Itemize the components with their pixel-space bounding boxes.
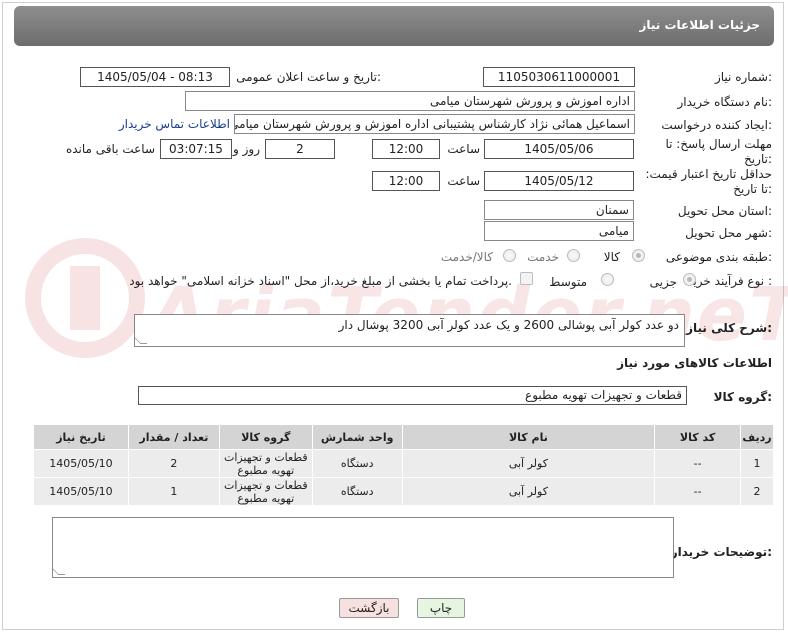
category-radio-goods[interactable]: [632, 249, 645, 262]
items-table: ردیف کد کالا نام کالا واحد شمارش گروه کا…: [33, 424, 774, 506]
description-text: دو عدد کولر آبی پوشالی 2600 و یک عدد کول…: [338, 318, 679, 332]
province-label: استان محل تحویل:: [677, 204, 772, 218]
cell-unit: دستگاه: [311, 477, 403, 506]
cell-item-name: کولر آبی: [401, 477, 656, 506]
category-label: طبقه بندی موضوعی:: [665, 250, 772, 264]
treasury-payment-checkbox[interactable]: [520, 272, 533, 285]
cell-quantity: 2: [127, 449, 220, 478]
city-field: میامی: [484, 221, 634, 241]
cell-item-name: کولر آبی: [401, 449, 656, 478]
cell-need-date: 1405/05/10: [33, 477, 129, 506]
cell-item-code: --: [654, 449, 742, 478]
need-number-label: شماره نیاز:: [714, 70, 772, 84]
goods-group-label: گروه کالا:: [713, 390, 772, 404]
deadline-label: مهلت ارسال پاسخ: تا تاریخ:: [665, 137, 772, 166]
table-header-row: ردیف کد کالا نام کالا واحد شمارش گروه کا…: [33, 424, 774, 450]
goods-group-field: قطعات و تجهیزات تهویه مطبوع: [138, 386, 687, 405]
cell-row-number: 2: [740, 477, 774, 506]
cell-group: قطعات و تجهیزات تهویه مطبوع: [218, 477, 313, 506]
col-header-row-number: ردیف: [740, 424, 774, 450]
category-radio-service[interactable]: [567, 249, 580, 262]
buyer-org-field: اداره اموزش و پرورش شهرستان میامی: [185, 91, 635, 111]
province-field: سمنان: [484, 200, 634, 220]
cell-unit: دستگاه: [311, 449, 403, 478]
cell-need-date: 1405/05/10: [33, 449, 129, 478]
category-option-goods: کالا: [603, 250, 620, 264]
days-label: روز و: [233, 142, 260, 156]
goods-info-title: اطلاعات کالاهای مورد نیاز: [617, 356, 772, 370]
city-label: شهر محل تحویل:: [685, 226, 772, 240]
validity-date-field: 1405/05/12: [484, 171, 634, 191]
process-option-medium: متوسط: [549, 275, 587, 289]
table-row: 2 -- کولر آبی دستگاه قطعات و تجهیزات تهو…: [33, 477, 774, 506]
buyer-contact-link[interactable]: اطلاعات تماس خریدار: [119, 117, 230, 131]
back-button[interactable]: بازگشت: [339, 598, 399, 618]
col-header-item-name: نام کالا: [401, 424, 656, 450]
col-header-unit: واحد شمارش: [311, 424, 403, 450]
process-label: نوع فرآیند خرید :: [687, 274, 772, 288]
deadline-time-label: ساعت: [447, 142, 480, 156]
process-radio-minor[interactable]: [683, 273, 696, 286]
process-radio-medium[interactable]: [601, 273, 614, 286]
print-button[interactable]: چاپ: [417, 598, 465, 618]
page-title: جزئیات اطلاعات نیاز: [639, 18, 760, 32]
validity-time-field: 12:00: [372, 171, 440, 191]
category-radio-goods-service[interactable]: [503, 249, 516, 262]
days-field: 2: [265, 139, 335, 159]
table-row: 1 -- کولر آبی دستگاه قطعات و تجهیزات تهو…: [33, 449, 774, 478]
category-option-goods-service: کالا/خدمت: [440, 250, 493, 264]
deadline-time-field: 12:00: [372, 139, 440, 159]
remaining-label: ساعت باقی مانده: [65, 142, 155, 156]
resize-grip-icon[interactable]: [133, 337, 148, 344]
need-number-field: 1105030611000001: [483, 67, 635, 87]
resize-grip-icon[interactable]: [51, 568, 66, 575]
deadline-date-field: 1405/05/06: [484, 139, 634, 159]
buyer-notes-label: توضیحات خریدار:: [670, 545, 772, 559]
validity-label: حداقل تاریخ اعتبار قیمت: تا تاریخ:: [645, 167, 772, 196]
col-header-need-date: تاریخ نیاز: [33, 424, 129, 450]
description-field: دو عدد کولر آبی پوشالی 2600 و یک عدد کول…: [133, 314, 685, 347]
buyer-org-label: نام دستگاه خریدار:: [677, 95, 773, 109]
announce-field: 1405/05/04 - 08:13: [80, 67, 230, 87]
cell-item-code: --: [654, 477, 742, 506]
description-label: شرح کلی نیاز:: [686, 321, 772, 335]
col-header-item-code: کد کالا: [654, 424, 742, 450]
cell-group: قطعات و تجهیزات تهویه مطبوع: [218, 449, 313, 478]
validity-time-label: ساعت: [447, 174, 480, 188]
requester-field: اسماعیل همائی نژاد کارشناس پشتیبانی ادار…: [234, 114, 635, 134]
cell-quantity: 1: [127, 477, 220, 506]
category-option-service: خدمت: [527, 250, 559, 264]
header-bar: جزئیات اطلاعات نیاز: [14, 6, 774, 46]
buyer-notes-field[interactable]: [51, 517, 674, 578]
announce-label: تاریخ و ساعت اعلان عمومی:: [236, 70, 381, 84]
col-header-group: گروه کالا: [218, 424, 313, 450]
col-header-quantity: تعداد / مقدار: [127, 424, 220, 450]
cell-row-number: 1: [740, 449, 774, 478]
requester-label: ایجاد کننده درخواست:: [661, 118, 772, 132]
process-option-minor: جزیی: [649, 275, 677, 289]
remaining-time-field: 03:07:15: [160, 139, 232, 159]
treasury-payment-note: پرداخت تمام یا بخشی از مبلغ خرید،از محل …: [129, 274, 512, 288]
